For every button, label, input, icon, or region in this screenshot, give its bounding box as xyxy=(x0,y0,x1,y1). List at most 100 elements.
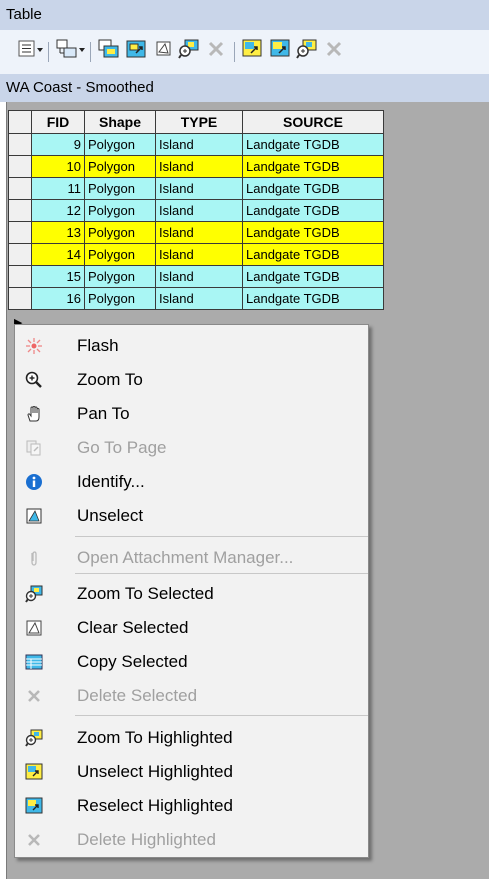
row-selector-header[interactable] xyxy=(8,110,32,134)
menu-item-unselect-highlighted[interactable]: Unselect Highlighted xyxy=(15,756,368,788)
table-options-icon xyxy=(18,39,44,64)
row-selector[interactable] xyxy=(8,243,32,266)
cell-type[interactable]: Island xyxy=(155,265,243,288)
go-to-page-icon xyxy=(24,438,44,458)
menu-item-label: Unselect xyxy=(77,506,144,525)
cell-fid[interactable]: 16 xyxy=(31,287,85,310)
cell-shape[interactable]: Polygon xyxy=(84,177,156,200)
row-selector[interactable] xyxy=(8,177,32,200)
table-row[interactable]: 9 Polygon Island Landgate TGDB xyxy=(8,133,384,156)
row-selector[interactable] xyxy=(8,133,32,156)
unselect-icon xyxy=(24,506,44,526)
switch-selection-button[interactable] xyxy=(126,40,148,62)
menu-item-label: Pan To xyxy=(77,404,130,423)
zoom-to-selected-button[interactable] xyxy=(178,39,200,62)
cell-source[interactable]: Landgate TGDB xyxy=(242,155,384,178)
menu-item-open-attachment-manager[interactable]: Open Attachment Manager... xyxy=(15,542,368,574)
table-row[interactable]: 13 Polygon Island Landgate TGDB xyxy=(8,221,384,244)
menu-item-flash[interactable]: Flash xyxy=(15,330,368,362)
column-header-shape[interactable]: Shape xyxy=(84,110,156,134)
menu-item-identify[interactable]: Identify... xyxy=(15,466,368,498)
column-header-source[interactable]: SOURCE xyxy=(242,110,384,134)
context-menu: Flash Zoom To Pan To Go To Page Identify... U… xyxy=(14,324,369,858)
cell-source[interactable]: Landgate TGDB xyxy=(242,133,384,156)
related-tables-icon xyxy=(56,39,86,64)
row-selector[interactable] xyxy=(8,199,32,222)
table-row[interactable]: 11 Polygon Island Landgate TGDB xyxy=(8,177,384,200)
zoom-to-highlighted-button[interactable] xyxy=(296,39,318,62)
menu-item-delete-highlighted[interactable]: Delete Highlighted xyxy=(15,824,368,856)
menu-item-copy-selected[interactable]: Copy Selected xyxy=(15,646,368,678)
cell-type[interactable]: Island xyxy=(155,199,243,222)
table-row[interactable]: 15 Polygon Island Landgate TGDB xyxy=(8,265,384,288)
table-options-button[interactable] xyxy=(18,40,44,62)
cell-fid[interactable]: 15 xyxy=(31,265,85,288)
table-row[interactable]: 14 Polygon Island Landgate TGDB xyxy=(8,243,384,266)
cell-shape[interactable]: Polygon xyxy=(84,133,156,156)
cell-fid[interactable]: 13 xyxy=(31,221,85,244)
cell-type[interactable]: Island xyxy=(155,221,243,244)
menu-item-go-to-page[interactable]: Go To Page xyxy=(15,432,368,464)
reselect-highlighted-button[interactable] xyxy=(270,39,292,62)
cell-shape[interactable]: Polygon xyxy=(84,155,156,178)
delete-selected-button[interactable] xyxy=(206,40,226,62)
menu-item-reselect-highlighted[interactable]: Reselect Highlighted xyxy=(15,790,368,822)
zoom-to-icon xyxy=(24,370,44,390)
cell-source[interactable]: Landgate TGDB xyxy=(242,221,384,244)
attribute-table: FID Shape TYPE SOURCE 9 Polygon Island Land… xyxy=(8,110,384,310)
flash-icon xyxy=(24,336,44,356)
delete-icon xyxy=(24,686,44,706)
row-selector[interactable] xyxy=(8,221,32,244)
cell-shape[interactable]: Polygon xyxy=(84,265,156,288)
cell-type[interactable]: Island xyxy=(155,133,243,156)
table-toolbar xyxy=(0,30,489,74)
menu-item-pan-to[interactable]: Pan To xyxy=(15,398,368,430)
menu-item-zoom-to[interactable]: Zoom To xyxy=(15,364,368,396)
pan-hand-icon xyxy=(24,404,44,424)
menu-item-clear-selected[interactable]: Clear Selected xyxy=(15,612,368,644)
delete-highlighted-button[interactable] xyxy=(324,40,344,62)
cell-type[interactable]: Island xyxy=(155,177,243,200)
column-header-type[interactable]: TYPE xyxy=(155,110,243,134)
cell-source[interactable]: Landgate TGDB xyxy=(242,177,384,200)
cell-fid[interactable]: 9 xyxy=(31,133,85,156)
menu-item-zoom-to-selected[interactable]: Zoom To Selected xyxy=(15,578,368,610)
cell-shape[interactable]: Polygon xyxy=(84,243,156,266)
cell-type[interactable]: Island xyxy=(155,243,243,266)
table-row[interactable]: 16 Polygon Island Landgate TGDB xyxy=(8,287,384,310)
menu-item-label: Unselect Highlighted xyxy=(77,762,233,781)
cell-fid[interactable]: 14 xyxy=(31,243,85,266)
cell-source[interactable]: Landgate TGDB xyxy=(242,287,384,310)
related-tables-button[interactable] xyxy=(56,39,86,64)
cell-source[interactable]: Landgate TGDB xyxy=(242,243,384,266)
clear-selection-button[interactable] xyxy=(154,40,174,62)
cell-shape[interactable]: Polygon xyxy=(84,287,156,310)
row-selector[interactable] xyxy=(8,287,32,310)
menu-item-label: Flash xyxy=(77,336,119,355)
select-by-attributes-button[interactable] xyxy=(98,39,120,62)
row-selector[interactable] xyxy=(8,265,32,288)
row-selector[interactable] xyxy=(8,155,32,178)
table-row[interactable]: 12 Polygon Island Landgate TGDB xyxy=(8,199,384,222)
table-row[interactable]: 10 Polygon Island Landgate TGDB xyxy=(8,155,384,178)
menu-item-label: Go To Page xyxy=(77,438,167,457)
cell-source[interactable]: Landgate TGDB xyxy=(242,265,384,288)
cell-type[interactable]: Island xyxy=(155,287,243,310)
zoom-to-selected-icon xyxy=(24,584,44,604)
cell-shape[interactable]: Polygon xyxy=(84,221,156,244)
unselect-highlighted-button[interactable] xyxy=(242,39,264,62)
menu-item-label: Identify... xyxy=(77,472,145,491)
menu-item-unselect[interactable]: Unselect xyxy=(15,500,368,532)
menu-item-label: Zoom To Selected xyxy=(77,584,214,603)
cell-fid[interactable]: 10 xyxy=(31,155,85,178)
cell-type[interactable]: Island xyxy=(155,155,243,178)
layer-tab[interactable]: WA Coast - Smoothed xyxy=(0,74,489,102)
cell-source[interactable]: Landgate TGDB xyxy=(242,199,384,222)
reselect-highlighted-icon xyxy=(24,796,44,816)
cell-shape[interactable]: Polygon xyxy=(84,199,156,222)
cell-fid[interactable]: 11 xyxy=(31,177,85,200)
cell-fid[interactable]: 12 xyxy=(31,199,85,222)
column-header-fid[interactable]: FID xyxy=(31,110,85,134)
menu-item-delete-selected[interactable]: Delete Selected xyxy=(15,680,368,712)
menu-item-zoom-to-highlighted[interactable]: Zoom To Highlighted xyxy=(15,722,368,754)
